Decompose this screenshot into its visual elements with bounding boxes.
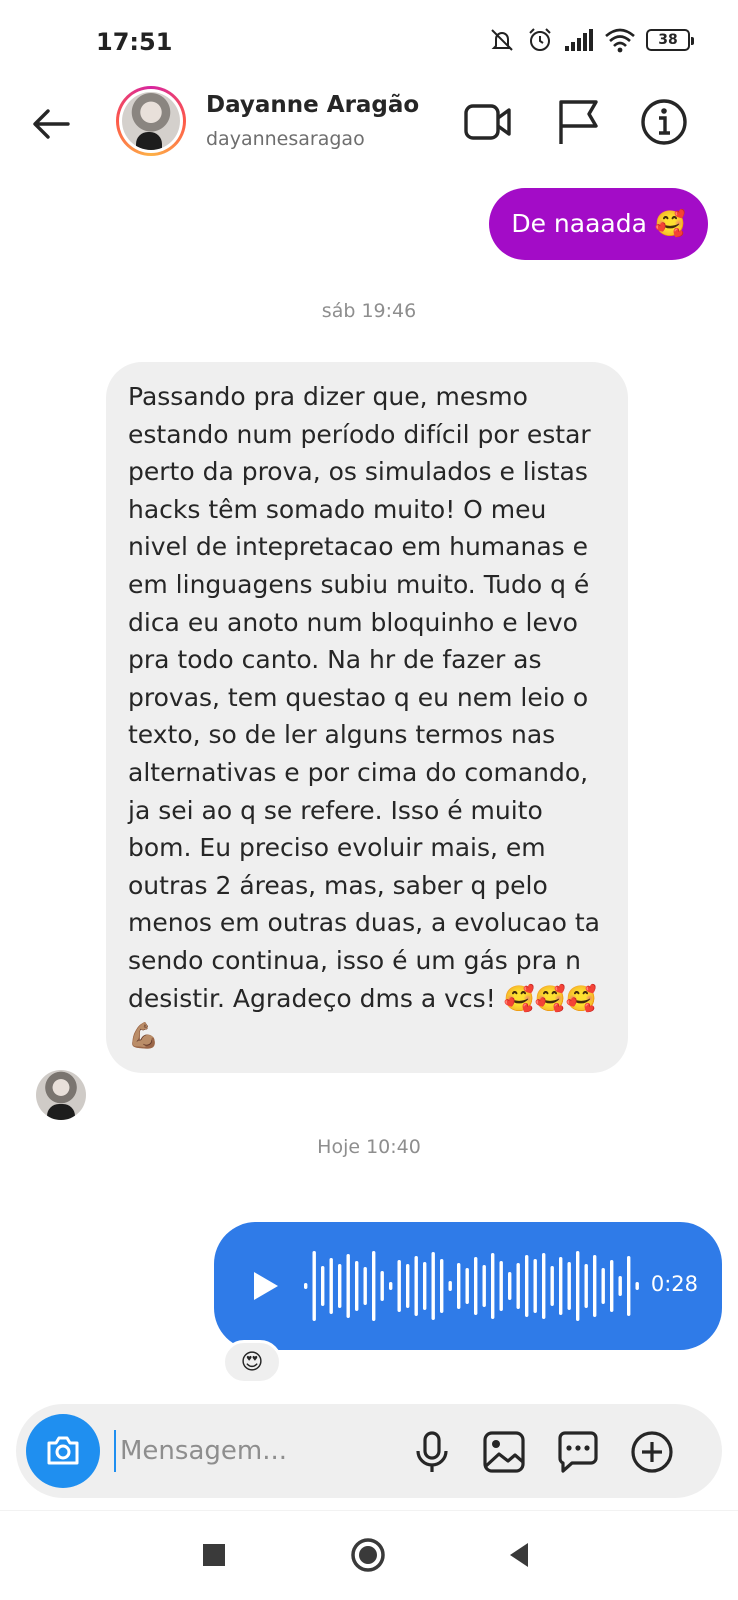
sent-message-bubble[interactable]: De naaada 🥰 — [489, 188, 708, 260]
contact-username[interactable]: dayannesaragao — [206, 128, 365, 150]
waveform-bar — [329, 1258, 333, 1314]
flag-icon[interactable] — [552, 96, 604, 148]
waveform-bar — [338, 1264, 342, 1308]
waveform-bar — [533, 1259, 537, 1313]
waveform-bar — [431, 1252, 435, 1320]
home-icon[interactable] — [346, 1533, 390, 1577]
wifi-icon — [605, 28, 635, 53]
message-timestamp: Hoje 10:40 — [317, 1136, 421, 1158]
status-time: 17:51 — [96, 28, 173, 56]
waveform-bar — [635, 1282, 639, 1290]
status-icons: 38 — [488, 26, 694, 54]
waveform-bar — [304, 1283, 308, 1289]
waveform-bar — [448, 1281, 452, 1291]
add-icon[interactable] — [628, 1428, 676, 1476]
waveform-bar — [610, 1260, 614, 1312]
waveform-bar — [491, 1253, 495, 1319]
waveform-bar — [550, 1266, 554, 1306]
waveform-bar — [321, 1266, 325, 1306]
voice-message-bubble[interactable]: 0:28 — [214, 1222, 722, 1350]
waveform-bar — [312, 1251, 316, 1321]
waveform-bar — [584, 1264, 588, 1308]
waveform-bar — [465, 1268, 469, 1304]
waveform-bar — [440, 1259, 444, 1313]
battery-icon: 38 — [646, 29, 694, 51]
waveform-bar — [397, 1260, 401, 1312]
waveform-bar — [406, 1264, 410, 1308]
waveform-bar — [457, 1263, 461, 1309]
avatar-photo — [122, 92, 180, 150]
audio-waveform[interactable] — [302, 1244, 642, 1328]
waveform-bar — [618, 1276, 622, 1296]
battery-level: 38 — [658, 32, 678, 48]
signal-icon — [565, 29, 593, 51]
waveform-bar — [423, 1262, 427, 1310]
alarm-icon — [529, 28, 551, 51]
play-icon[interactable] — [244, 1266, 284, 1306]
microphone-icon[interactable] — [408, 1428, 456, 1476]
waveform-bar — [516, 1263, 520, 1309]
waveform-bar — [593, 1255, 597, 1317]
back-nav-icon[interactable] — [498, 1533, 542, 1577]
system-nav-bar — [0, 1510, 738, 1600]
message-composer — [16, 1404, 722, 1498]
voice-duration: 0:28 — [650, 1272, 698, 1296]
waveform-bar — [482, 1265, 486, 1307]
waveform-bar — [559, 1257, 563, 1315]
mute-icon — [491, 29, 513, 51]
waveform-bar — [627, 1256, 631, 1316]
received-message-bubble[interactable]: Passando pra dizer que, mesmo estando nu… — [106, 362, 628, 1073]
waveform-bar — [363, 1267, 367, 1305]
info-icon[interactable] — [638, 96, 690, 148]
waveform-bar — [380, 1271, 384, 1301]
status-bar: 17:51 38 — [0, 0, 738, 80]
waveform-bar — [601, 1268, 605, 1304]
waveform-bar — [414, 1256, 418, 1316]
waveform-bar — [372, 1251, 376, 1321]
waveform-bar — [474, 1257, 478, 1315]
back-arrow-icon[interactable] — [28, 100, 76, 148]
waveform-bar — [525, 1255, 529, 1317]
camera-button[interactable] — [26, 1414, 100, 1488]
waveform-bar — [389, 1282, 393, 1290]
sticker-chat-icon[interactable] — [554, 1428, 602, 1476]
recent-apps-icon[interactable] — [192, 1533, 236, 1577]
message-timestamp: sáb 19:46 — [321, 300, 417, 322]
waveform-bar — [499, 1261, 503, 1311]
waveform-bar — [576, 1251, 580, 1321]
message-input[interactable] — [114, 1430, 394, 1472]
camera-icon — [47, 1436, 79, 1465]
contact-name[interactable]: Dayanne Aragão — [206, 92, 419, 118]
waveform-bar — [346, 1254, 350, 1318]
chat-header: Dayanne Aragão dayannesaragao — [0, 82, 738, 162]
contact-avatar[interactable] — [116, 86, 186, 156]
video-camera-icon[interactable] — [462, 96, 514, 148]
gallery-icon[interactable] — [480, 1428, 528, 1476]
waveform-bar — [355, 1261, 359, 1311]
sender-avatar[interactable] — [36, 1070, 86, 1120]
waveform-bar — [508, 1272, 512, 1300]
message-reaction[interactable]: 😍 — [222, 1340, 282, 1384]
waveform-bar — [542, 1253, 546, 1319]
waveform-bar — [567, 1262, 571, 1310]
